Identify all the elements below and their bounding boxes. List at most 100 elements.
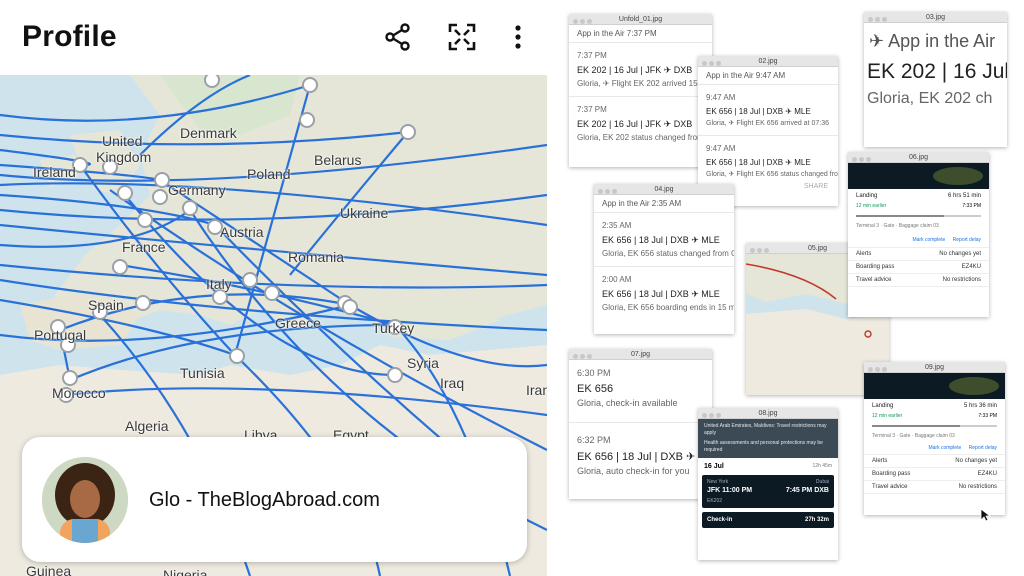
notif-body: Gloria, EK 656 boarding ends in 15 min (602, 303, 734, 312)
notif-time: 7:37 PM (577, 51, 607, 60)
report-delay-button[interactable]: Report delay (953, 237, 981, 243)
report-delay-button[interactable]: Report delay (969, 445, 997, 451)
notif-body: Gloria, auto check-in for you (577, 466, 690, 476)
more-vert-icon[interactable] (503, 22, 533, 52)
window-07[interactable]: 07.jpg 6:30 PM EK 656 Gloria, check-in a… (569, 349, 712, 499)
advice-label: Travel advice (856, 277, 892, 283)
avatar[interactable] (42, 457, 128, 543)
notif-body: Gloria, ✈ Flight EK 656 status changed f… (706, 171, 838, 178)
window-09[interactable]: 09.jpg Landing 5 hrs 36 min 12 min earli… (864, 362, 1005, 515)
window-06[interactable]: 06.jpg Landing 6 hrs 51 min 12 min earli… (848, 152, 989, 317)
boarding-label: Boarding pass (856, 264, 895, 270)
boarding-value: EZ4KU (961, 264, 981, 270)
advice-row[interactable]: Travel advice No restrictions (864, 481, 1005, 494)
departure: JFK 11:00 PM (707, 487, 753, 494)
window-unfold-01[interactable]: Unfold_01.jpg App in the Air 7:37 PM 7:3… (569, 14, 712, 167)
advice-value: No restrictions (958, 484, 997, 490)
duration-label: 5 hrs 36 min (963, 403, 997, 409)
earth-banner (864, 373, 1005, 399)
notifications-collage: Unfold_01.jpg App in the Air 7:37 PM 7:3… (550, 0, 1024, 576)
notif-body: Gloria, ✈ Flight EK 656 arrived at 07:36 (706, 120, 829, 127)
boarding-row[interactable]: Boarding pass EZ4KU (848, 261, 989, 274)
checkin-row[interactable]: Check-in 27h 32m (702, 512, 834, 528)
time-label: 7:33 PM (962, 203, 981, 209)
window-08[interactable]: 08.jpg United Arab Emirates, Maldives: T… (698, 408, 838, 560)
earlier-label: 12 min earlier (856, 203, 887, 209)
notif-time: 6:32 PM (577, 435, 611, 445)
advice-value: No restrictions (942, 277, 981, 283)
notif-heading: EK 656 (577, 383, 614, 395)
time-label: 7:33 PM (978, 413, 997, 419)
window-title: 02.jpg (758, 58, 778, 65)
notif-time: 2:00 AM (602, 275, 632, 284)
map-label-romania: Romania (288, 249, 345, 265)
map-label-france: France (122, 239, 166, 255)
plane-icon: ✈ (869, 31, 885, 51)
map-label-belarus: Belarus (314, 152, 362, 168)
mark-complete-button[interactable]: Mark complete (912, 237, 945, 243)
window-title: 06.jpg (908, 154, 929, 161)
app-line-large: ✈ App in the Air (864, 23, 1007, 52)
boarding-value: EZ4KU (977, 471, 997, 477)
map-label-denmark: Denmark (180, 125, 237, 141)
duration-label: 6 hrs 51 min (947, 193, 981, 199)
map-label-austria: Austria (220, 224, 264, 240)
map-label-greece: Greece (275, 315, 321, 331)
from-city: New York (707, 479, 729, 485)
alerts-value: No changes yet (939, 251, 981, 257)
profile-name: Glo - TheBlogAbroad.com (149, 489, 380, 511)
checkin-time: 27h 32m (804, 517, 829, 523)
alerts-row[interactable]: Alerts No changes yet (848, 248, 989, 261)
restriction-banner: United Arab Emirates, Maldives: Travel r… (704, 423, 827, 436)
notif-heading: EK 656 | 18 Jul | DXB ✈ MLE (706, 107, 811, 116)
fullscreen-icon[interactable] (447, 22, 477, 52)
app-bar: Profile (0, 0, 547, 75)
window-title: 05.jpg (807, 245, 828, 252)
notif-time: 2:35 AM (602, 221, 632, 230)
window-03[interactable]: 03.jpg ✈ App in the Air EK 202 | 16 Jul … (864, 12, 1007, 147)
map-label-iraq: Iraq (440, 375, 465, 391)
alerts-label: Alerts (856, 251, 872, 257)
restriction-banner-2: Health assessments and personal protecti… (704, 440, 823, 453)
window-04[interactable]: 04.jpg App in the Air 2:35 AM 2:35 AM EK… (594, 184, 734, 334)
earth-banner (848, 163, 989, 189)
flight-date: 16 Jul (704, 463, 724, 470)
map-label-morocco: Morocco (52, 385, 106, 401)
notif-heading: EK 202 | 16 Jul (867, 60, 1007, 83)
flight-duration: 12h 45m (812, 463, 832, 469)
window-title: Unfold_01.jpg (618, 16, 663, 23)
arrival: 7:45 PM DXB (785, 487, 829, 494)
notif-heading: EK 202 | 16 Jul | JFK ✈ DXB (577, 119, 693, 129)
notif-heading: EK 656 | 18 Jul | DXB ✈ MLE (602, 235, 720, 245)
alerts-row[interactable]: Alerts No changes yet (864, 455, 1005, 468)
mark-complete-button[interactable]: Mark complete (928, 445, 961, 451)
page-title: Profile (22, 20, 117, 53)
map-label-italy: Italy (206, 276, 232, 292)
flight-number: EK202 (707, 498, 723, 504)
notif-heading: EK 656 | 18 Jul | DXB ✈ MLE (706, 158, 811, 167)
boarding-row[interactable]: Boarding pass EZ4KU (864, 468, 1005, 481)
notif-body: Gloria, ✈ Flight EK 202 arrived 15 min (577, 79, 712, 88)
window-title: 04.jpg (654, 186, 674, 193)
map-label-turkey: Turkey (372, 320, 415, 336)
share-icon[interactable] (383, 22, 413, 52)
boarding-label: Boarding pass (872, 471, 911, 477)
alerts-label: Alerts (872, 458, 888, 464)
map-label-ukraine: Ukraine (340, 205, 389, 221)
map-label-tunisia: Tunisia (180, 365, 225, 381)
profile-card[interactable]: Glo - TheBlogAbroad.com (22, 437, 527, 562)
map-label-iran: Iran (526, 382, 547, 398)
notif-body: Gloria, EK 656 status changed from On t (602, 249, 734, 258)
map-label-portugal: Portugal (34, 327, 87, 343)
app-name: App in the Air (888, 31, 996, 51)
notif-time: 7:37 PM (577, 105, 607, 114)
to-city: Dubai (815, 479, 829, 485)
map-label-ireland: Ireland (33, 164, 76, 180)
map-label-poland: Poland (247, 166, 291, 182)
advice-row[interactable]: Travel advice No restrictions (848, 274, 989, 287)
profile-screen: Profile Denmark United Kingdom Ireland B… (0, 0, 547, 576)
window-title: 03.jpg (925, 14, 946, 21)
map-label-germany: Germany (168, 182, 226, 198)
notif-body: Gloria, EK 202 status changed from En (577, 133, 712, 142)
window-title: 09.jpg (924, 364, 945, 371)
